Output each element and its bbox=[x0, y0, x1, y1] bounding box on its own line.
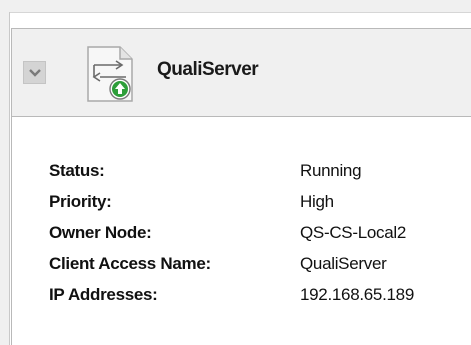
status-label: Status: bbox=[49, 161, 105, 180]
owner-node-value: QS-CS-Local2 bbox=[300, 223, 406, 242]
property-row-client-access-name: Client Access Name: QualiServer bbox=[49, 249, 469, 279]
role-title: QualiServer bbox=[157, 59, 259, 80]
priority-value: High bbox=[300, 192, 334, 211]
left-pane-edge bbox=[0, 12, 10, 345]
cluster-role-summary-panel: QualiServer Status: Running Priority: Hi… bbox=[0, 0, 471, 345]
status-value: Running bbox=[300, 161, 362, 180]
ip-addresses-label: IP Addresses: bbox=[49, 285, 158, 304]
property-row-owner-node: Owner Node: QS-CS-Local2 bbox=[49, 218, 469, 248]
priority-label: Priority: bbox=[49, 192, 112, 211]
ip-addresses-value: 192.168.65.189 bbox=[300, 285, 414, 304]
role-header-bar: QualiServer bbox=[11, 28, 471, 117]
top-pane-edge bbox=[0, 0, 471, 13]
property-row-status: Status: Running bbox=[49, 156, 469, 186]
client-access-name-value: QualiServer bbox=[300, 254, 387, 273]
owner-node-label: Owner Node: bbox=[49, 223, 152, 242]
collapse-button[interactable] bbox=[23, 61, 46, 84]
client-access-name-label: Client Access Name: bbox=[49, 254, 211, 273]
chevron-down-icon bbox=[28, 68, 41, 77]
property-row-ip-addresses: IP Addresses: 192.168.65.189 bbox=[49, 280, 469, 310]
clustered-role-document-icon bbox=[87, 46, 133, 102]
property-row-priority: Priority: High bbox=[49, 187, 469, 217]
role-properties: Status: Running Priority: High Owner Nod… bbox=[11, 117, 471, 345]
